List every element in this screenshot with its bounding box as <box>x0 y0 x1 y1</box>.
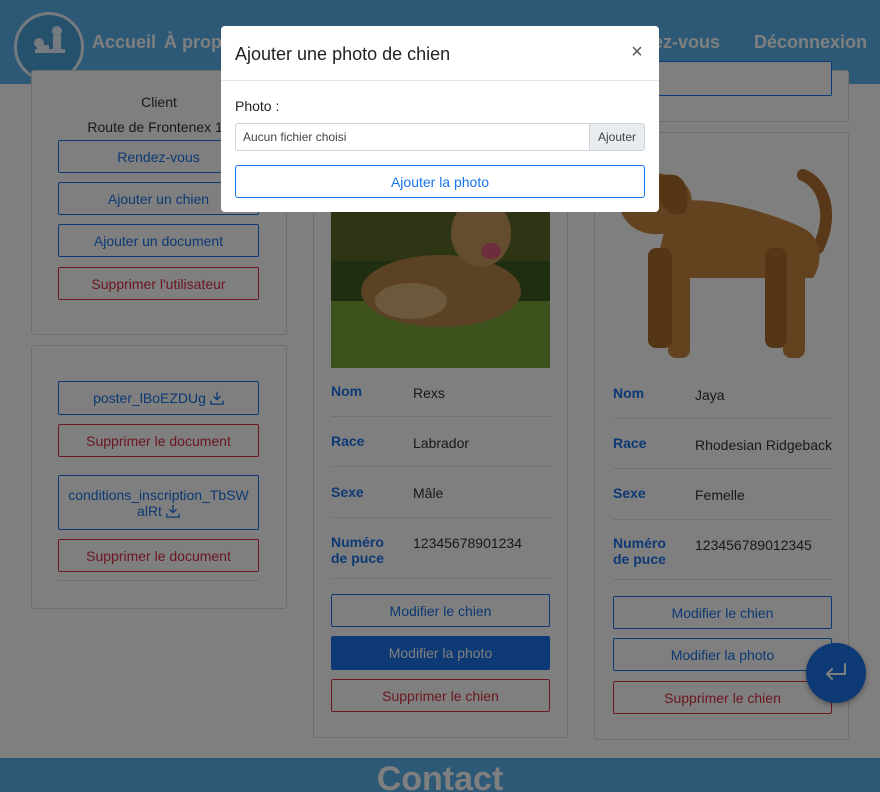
photo-field-label: Photo : <box>235 98 280 114</box>
add-photo-submit-button[interactable]: Ajouter la photo <box>235 165 645 198</box>
file-input-placeholder: Aucun fichier choisi <box>243 130 347 144</box>
modal-header: Ajouter une photo de chien × <box>221 26 659 81</box>
photo-file-input[interactable]: Aucun fichier choisi Ajouter <box>235 123 645 151</box>
modal-title: Ajouter une photo de chien <box>235 44 451 64</box>
add-photo-modal: Ajouter une photo de chien × Photo : Auc… <box>221 26 659 212</box>
close-icon[interactable]: × <box>629 41 645 63</box>
file-browse-button[interactable]: Ajouter <box>589 124 644 150</box>
